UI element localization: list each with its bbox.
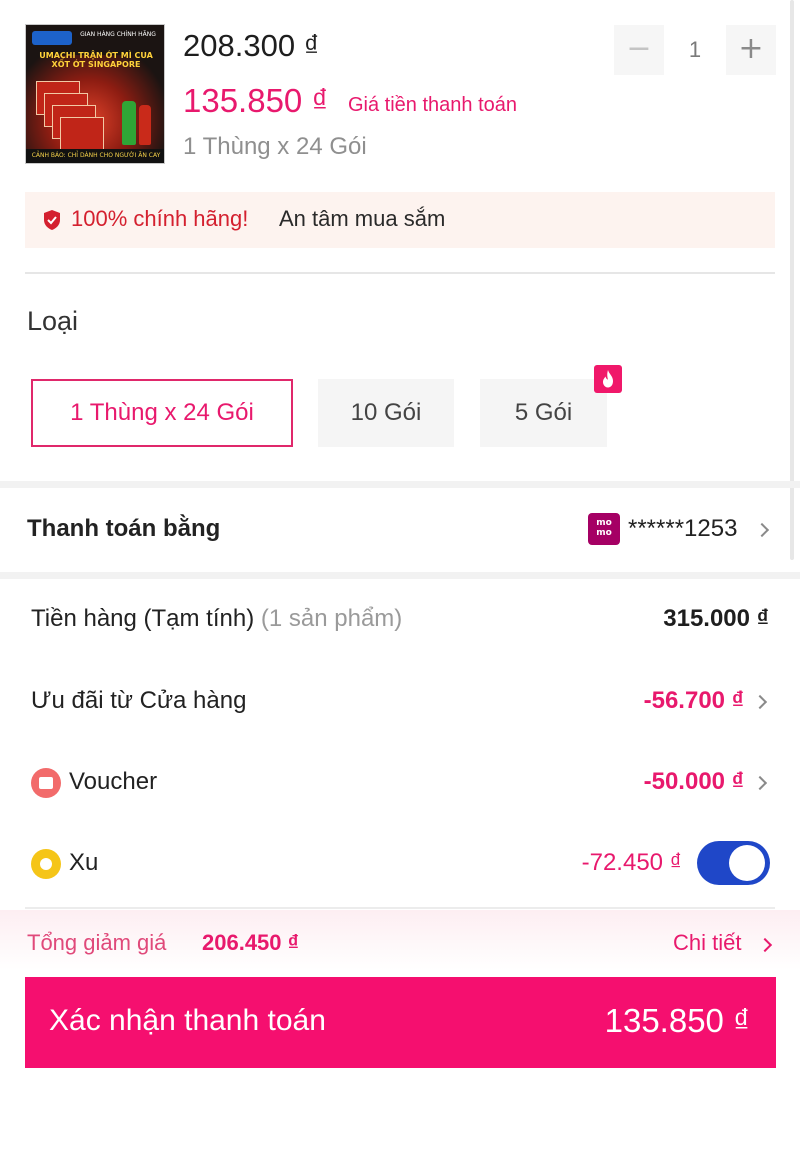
chevron-right-icon xyxy=(757,937,773,953)
total-discount-value: 206.450 ₫ xyxy=(202,930,299,955)
subtotal-row: Tiền hàng (Tạm tính) (1 sản phẩm) 315.00… xyxy=(0,579,800,661)
voucher-icon xyxy=(31,768,61,798)
payment-price: 135.850 ₫ xyxy=(183,82,329,119)
original-price: 208.300 ₫ xyxy=(183,28,320,63)
decrease-quantity-button[interactable]: − xyxy=(614,25,664,75)
voucher-label: Voucher xyxy=(69,768,158,795)
payment-method-label: Thanh toán bằng xyxy=(27,515,221,542)
genuine-text: An tâm mua sắm xyxy=(279,206,446,231)
divider xyxy=(25,272,775,274)
divider xyxy=(25,907,775,909)
xu-toggle[interactable] xyxy=(697,841,770,885)
genuine-highlight: 100% chính hãng! xyxy=(71,206,249,231)
xu-coin-icon xyxy=(31,849,61,879)
section-separator xyxy=(0,572,800,579)
subtotal-item-count: (1 sản phẩm) xyxy=(260,605,403,632)
shop-discount-row[interactable]: Ưu đãi từ Cửa hàng -56.700 ₫ xyxy=(0,661,800,743)
payment-price-label: Giá tiền thanh toán xyxy=(348,94,518,116)
shop-discount-label: Ưu đãi từ Cửa hàng xyxy=(31,687,247,714)
payment-method-row[interactable]: Thanh toán bằng mo mo ******1253 xyxy=(0,488,800,572)
variant-option-24-pack[interactable]: 1 Thùng x 24 Gói xyxy=(31,379,293,447)
product-image-store: GIAN HÀNG CHÍNH HÃNG xyxy=(80,31,156,38)
xu-label: Xu xyxy=(69,849,99,876)
brand-logo xyxy=(32,31,72,45)
quantity-value[interactable]: 1 xyxy=(670,25,720,75)
confirm-payment-label: Xác nhận thanh toán xyxy=(49,1004,326,1037)
drink-bottle xyxy=(139,105,151,145)
toggle-knob xyxy=(729,845,765,881)
payment-account-number: ******1253 xyxy=(628,515,738,542)
selected-variant: 1 Thùng x 24 Gói xyxy=(183,133,367,160)
confirm-payment-button[interactable]: Xác nhận thanh toán 135.850 ₫ xyxy=(25,977,776,1068)
variant-option-5-pack[interactable]: 5 Gói xyxy=(480,379,607,447)
chevron-right-icon xyxy=(754,522,770,538)
product-image: GIAN HÀNG CHÍNH HÃNG UMACHI TRẬN ỚT MÌ C… xyxy=(25,24,165,164)
xu-value: -72.450 ₫ xyxy=(581,849,682,876)
increase-quantity-button[interactable]: + xyxy=(726,25,776,75)
product-header: GIAN HÀNG CHÍNH HÃNG UMACHI TRẬN ỚT MÌ C… xyxy=(0,0,800,270)
shield-icon xyxy=(44,210,60,230)
subtotal-value: 315.000 ₫ xyxy=(663,605,769,632)
noodle-pack xyxy=(60,117,104,151)
shop-discount-value: -56.700 ₫ xyxy=(643,687,744,714)
voucher-value: -50.000 ₫ xyxy=(643,768,744,795)
xu-row: Xu -72.450 ₫ xyxy=(0,823,800,905)
chevron-right-icon xyxy=(752,694,768,710)
subtotal-label: Tiền hàng (Tạm tính) (1 sản phẩm) xyxy=(31,605,402,633)
section-separator xyxy=(0,481,800,488)
total-discount-label: Tổng giảm giá xyxy=(27,930,167,955)
type-section-title: Loại xyxy=(27,306,79,336)
product-image-headline: UMACHI TRẬN ỚT MÌ CUA XỐT ỚT SINGAPORE xyxy=(39,51,153,69)
chevron-right-icon xyxy=(752,775,768,791)
voucher-row[interactable]: Voucher -50.000 ₫ xyxy=(0,742,800,824)
checkout-footer: Tổng giảm giá 206.450 ₫ Chi tiết Xác nhậ… xyxy=(0,910,800,1156)
subtotal-label-text: Tiền hàng (Tạm tính) xyxy=(31,605,255,632)
details-link[interactable]: Chi tiết xyxy=(673,930,741,956)
variant-option-10-pack[interactable]: 10 Gói xyxy=(318,379,454,447)
drink-bottle xyxy=(122,101,136,145)
quantity-stepper: − 1 + xyxy=(614,25,776,75)
product-image-warning: CẢNH BÁO: CHỈ DÀNH CHO NGƯỜI ĂN CAY xyxy=(26,149,164,163)
flame-icon xyxy=(594,365,622,393)
momo-icon: mo mo xyxy=(588,513,620,545)
details-link-label: Chi tiết xyxy=(673,930,742,955)
confirm-payment-amount: 135.850 ₫ xyxy=(604,1002,750,1039)
genuine-guarantee-banner: 100% chính hãng! An tâm mua sắm xyxy=(25,192,775,248)
